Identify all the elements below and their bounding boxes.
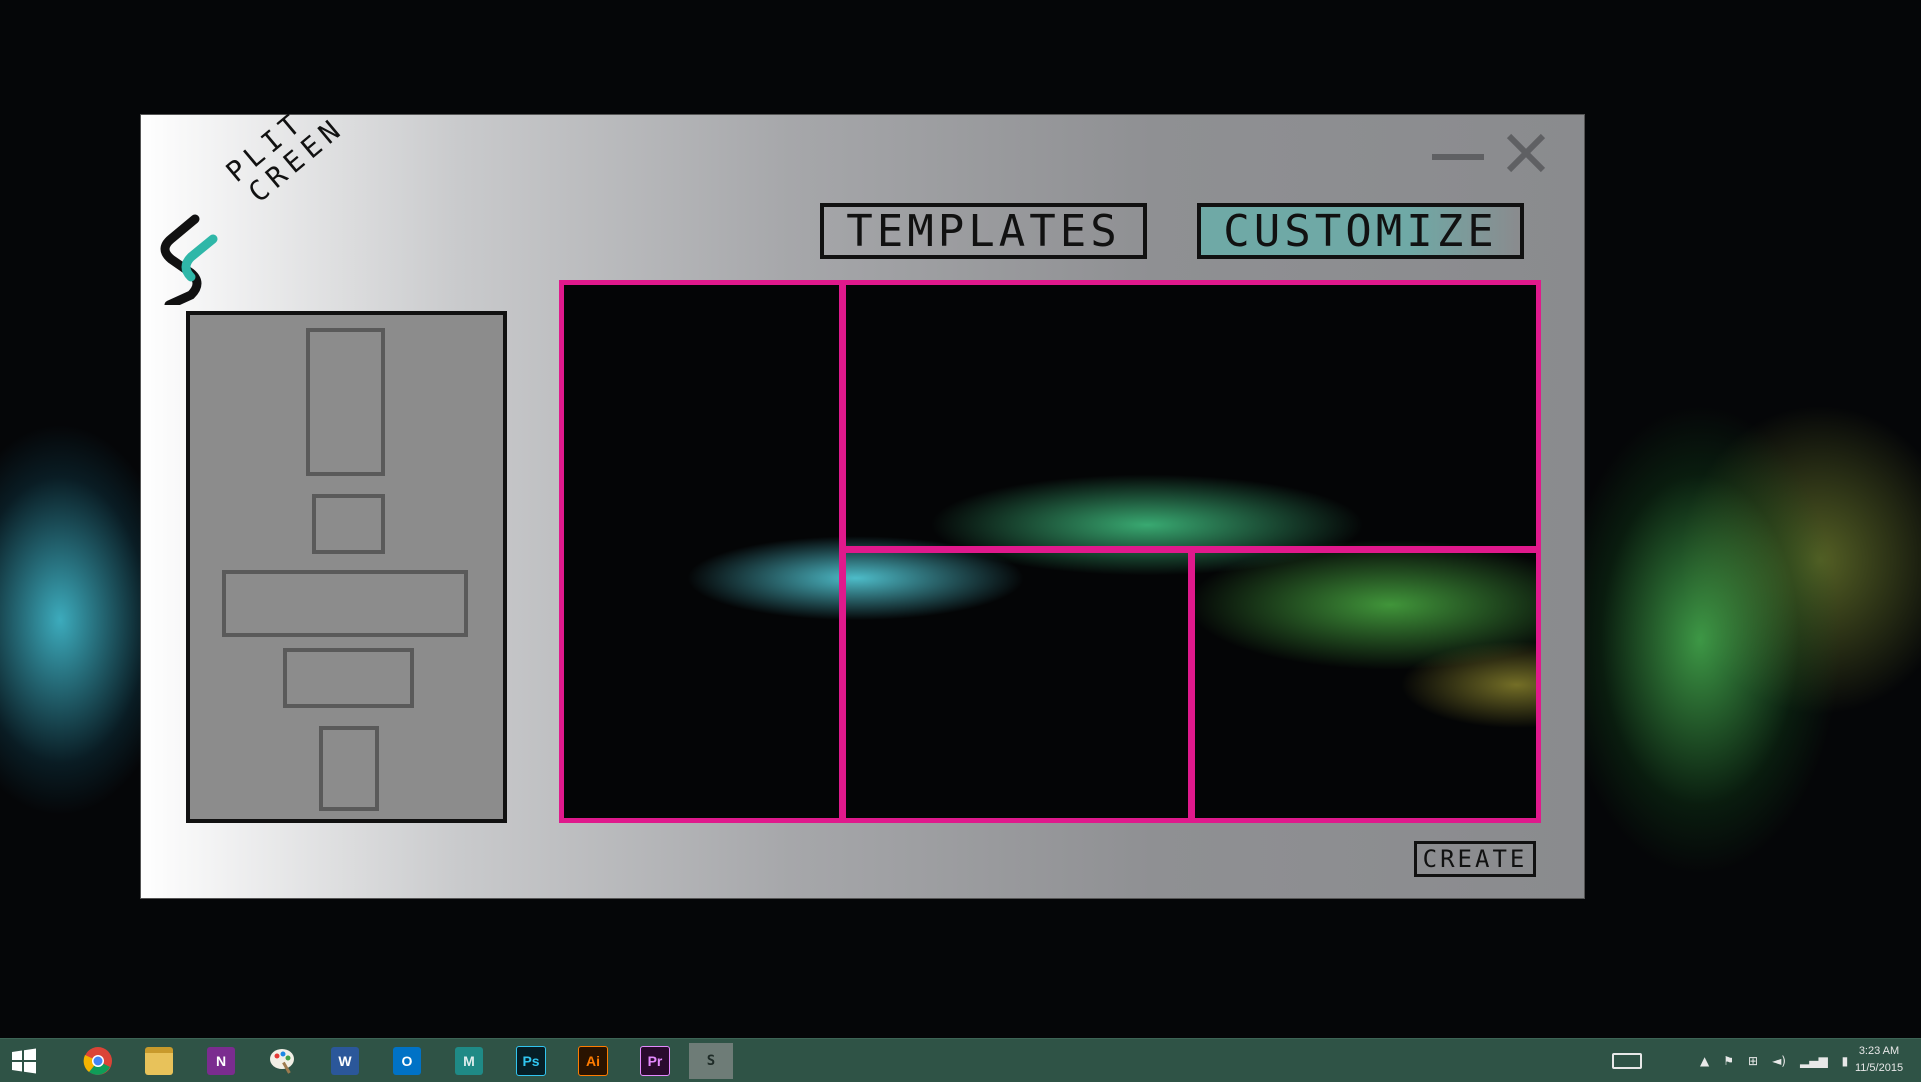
shape-wide-rect[interactable] (222, 570, 468, 637)
tab-customize[interactable]: CUSTOMIZE (1197, 203, 1524, 259)
taskbar-paint[interactable] (261, 1043, 305, 1079)
shape-palette-panel (186, 311, 507, 823)
preview-cell-top-right[interactable] (846, 285, 1536, 546)
divider-vertical-left[interactable] (839, 285, 846, 818)
shape-small-square[interactable] (312, 494, 385, 554)
outlook-icon: O (393, 1047, 421, 1075)
paint-icon (270, 1049, 294, 1074)
split-screen-logo: PLIT CREEN (151, 105, 351, 305)
photoshop-icon: Ps (516, 1046, 546, 1076)
clock-date: 11/5/2015 (1854, 1062, 1904, 1074)
signal-icon[interactable]: ▂▄▆ (1800, 1054, 1828, 1068)
taskbar-photoshop[interactable]: Ps (509, 1043, 553, 1079)
shape-medium-rect[interactable] (283, 648, 414, 708)
taskbar-outlook[interactable]: O (385, 1043, 429, 1079)
taskbar-maya[interactable]: M (447, 1043, 491, 1079)
taskbar-premiere[interactable]: Pr (633, 1043, 677, 1079)
volume-icon[interactable]: ◄) (1772, 1054, 1786, 1068)
tray-icons: ▲ ⚑ ⊞ ◄) ▂▄▆ ▮ (1700, 1039, 1848, 1082)
chrome-icon (83, 1047, 112, 1075)
taskbar-file-explorer[interactable] (137, 1043, 181, 1079)
battery-icon[interactable]: ▮ (1842, 1054, 1849, 1068)
preview-cell-left[interactable] (564, 285, 839, 818)
logo-s-mark (160, 214, 218, 305)
word-icon: W (331, 1047, 359, 1075)
taskbar-word[interactable]: W (323, 1043, 367, 1079)
illustrator-icon: Ai (578, 1046, 608, 1076)
file-explorer-icon (145, 1047, 173, 1075)
taskbar-illustrator[interactable]: Ai (571, 1043, 615, 1079)
split-screen-window: PLIT CREEN TEMPLATES CUSTOMIZE CREATE (141, 105, 1584, 898)
shape-small-tall-rect[interactable] (319, 726, 379, 811)
taskbar-clock[interactable]: 3:23 AM 11/5/2015 (1849, 1043, 1909, 1077)
minimize-button[interactable] (1432, 154, 1484, 160)
system-tray (1612, 1039, 1642, 1082)
show-hidden-icons-icon[interactable]: ▲ (1700, 1054, 1709, 1068)
taskbar-start[interactable] (2, 1043, 46, 1079)
layout-preview (559, 280, 1541, 823)
taskbar: N W O M Ps Ai Pr S ▲ ⚑ ⊞ ◄) ▂▄▆ ▮ 3:23 A… (0, 1038, 1921, 1082)
clock-time: 3:23 AM (1858, 1045, 1900, 1057)
taskbar-splitscreen[interactable]: S (689, 1043, 733, 1079)
preview-cell-bottom-middle[interactable] (846, 553, 1188, 818)
window-controls (1432, 133, 1546, 173)
taskbar-onenote[interactable]: N (199, 1043, 243, 1079)
tab-templates[interactable]: TEMPLATES (820, 203, 1147, 259)
divider-horizontal[interactable] (846, 546, 1536, 553)
close-button[interactable] (1506, 133, 1546, 173)
preview-cell-bottom-right[interactable] (1195, 553, 1536, 818)
create-button[interactable]: CREATE (1414, 841, 1536, 877)
splitscreen-icon: S (706, 1053, 716, 1069)
divider-vertical-bottom[interactable] (1188, 553, 1195, 818)
action-center-flag-icon[interactable]: ⚑ (1723, 1054, 1734, 1068)
keyboard-icon[interactable] (1612, 1052, 1642, 1069)
taskbar-chrome[interactable] (76, 1043, 120, 1079)
maya-icon: M (455, 1047, 483, 1075)
premiere-icon: Pr (640, 1046, 670, 1076)
shape-tall-rect[interactable] (306, 328, 385, 476)
windows-icon[interactable]: ⊞ (1748, 1054, 1758, 1068)
start-icon (12, 1048, 36, 1074)
onenote-icon: N (207, 1047, 235, 1075)
